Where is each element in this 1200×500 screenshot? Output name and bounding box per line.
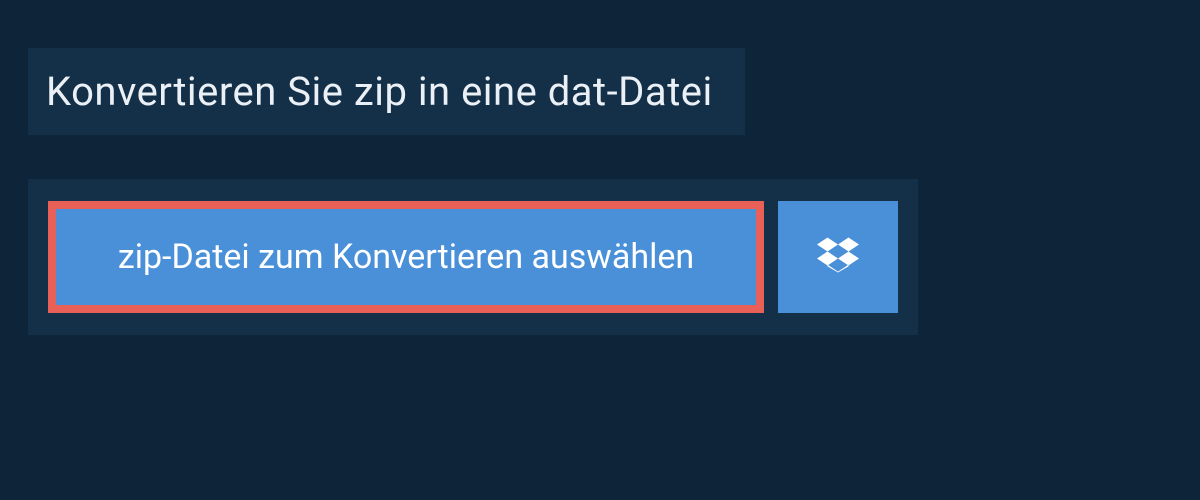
converter-widget: Konvertieren Sie zip in eine dat-Datei z… [0, 0, 1200, 383]
dropbox-button[interactable] [778, 201, 898, 313]
select-file-label: zip-Datei zum Konvertieren auswählen [118, 237, 694, 277]
header-bar: Konvertieren Sie zip in eine dat-Datei [28, 48, 745, 135]
upload-panel: zip-Datei zum Konvertieren auswählen [28, 179, 918, 335]
select-file-button[interactable]: zip-Datei zum Konvertieren auswählen [48, 201, 764, 313]
page-title: Konvertieren Sie zip in eine dat-Datei [46, 68, 713, 115]
dropbox-icon [817, 234, 859, 280]
